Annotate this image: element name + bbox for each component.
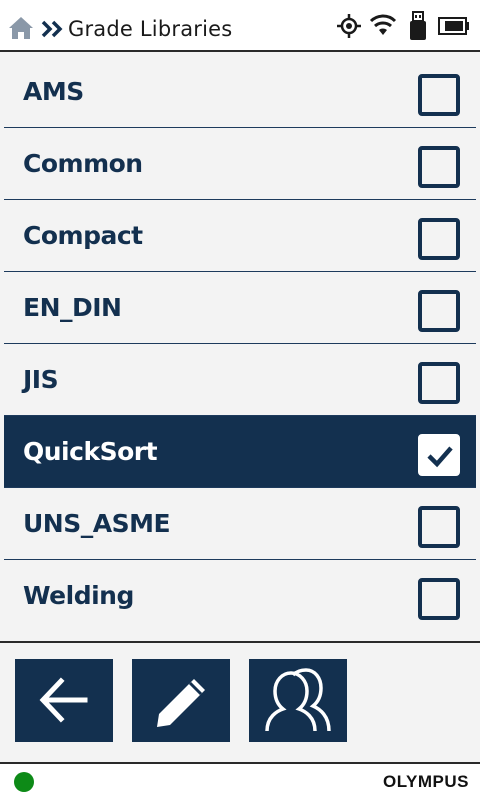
page-title: Grade Libraries (68, 17, 233, 41)
list-item-label: UNS_ASME (23, 509, 171, 538)
pencil-icon (157, 679, 205, 727)
list-item-label: Welding (23, 581, 134, 610)
header-bar: Grade Libraries (0, 0, 480, 52)
checkbox[interactable] (418, 290, 460, 332)
list-item-compact[interactable]: Compact (4, 200, 476, 272)
checkmark-icon (427, 446, 453, 468)
edit-button[interactable] (132, 659, 230, 742)
usb-drive-icon (408, 11, 428, 46)
home-icon[interactable] (8, 16, 34, 40)
list-item-ams[interactable]: AMS (4, 56, 476, 128)
checkbox[interactable] (418, 218, 460, 260)
list-item-quicksort[interactable]: QuickSort (4, 416, 476, 488)
back-arrow-icon (39, 677, 88, 723)
grade-library-list: AMS Common Compact EN_DIN JIS QuickSort … (4, 56, 476, 640)
users-button[interactable] (249, 659, 347, 742)
list-item-label: JIS (23, 365, 59, 394)
list-item-label: AMS (23, 77, 84, 106)
chevrons-right-icon (41, 20, 65, 38)
battery-icon (438, 16, 470, 41)
list-item-label: EN_DIN (23, 293, 122, 322)
list-item-en-din[interactable]: EN_DIN (4, 272, 476, 344)
wifi-icon (369, 14, 397, 41)
checkbox-checked[interactable] (418, 434, 460, 476)
status-indicator (14, 772, 34, 792)
checkbox[interactable] (418, 362, 460, 404)
list-item-label: Compact (23, 221, 143, 250)
list-item-label: Common (23, 149, 143, 178)
list-item-common[interactable]: Common (4, 128, 476, 200)
list-item-jis[interactable]: JIS (4, 344, 476, 416)
footer-bar: OLYMPUS (0, 762, 480, 800)
checkbox[interactable] (418, 74, 460, 116)
checkbox[interactable] (418, 578, 460, 620)
brand-logo: OLYMPUS (382, 772, 469, 791)
back-button[interactable] (15, 659, 113, 742)
checkbox[interactable] (418, 146, 460, 188)
list-item-label: QuickSort (23, 437, 158, 466)
list-item-uns-asme[interactable]: UNS_ASME (4, 488, 476, 560)
gps-icon (337, 14, 361, 43)
users-icon (265, 668, 331, 732)
checkbox[interactable] (418, 506, 460, 548)
list-item-welding[interactable]: Welding (4, 560, 476, 632)
divider (0, 641, 480, 643)
